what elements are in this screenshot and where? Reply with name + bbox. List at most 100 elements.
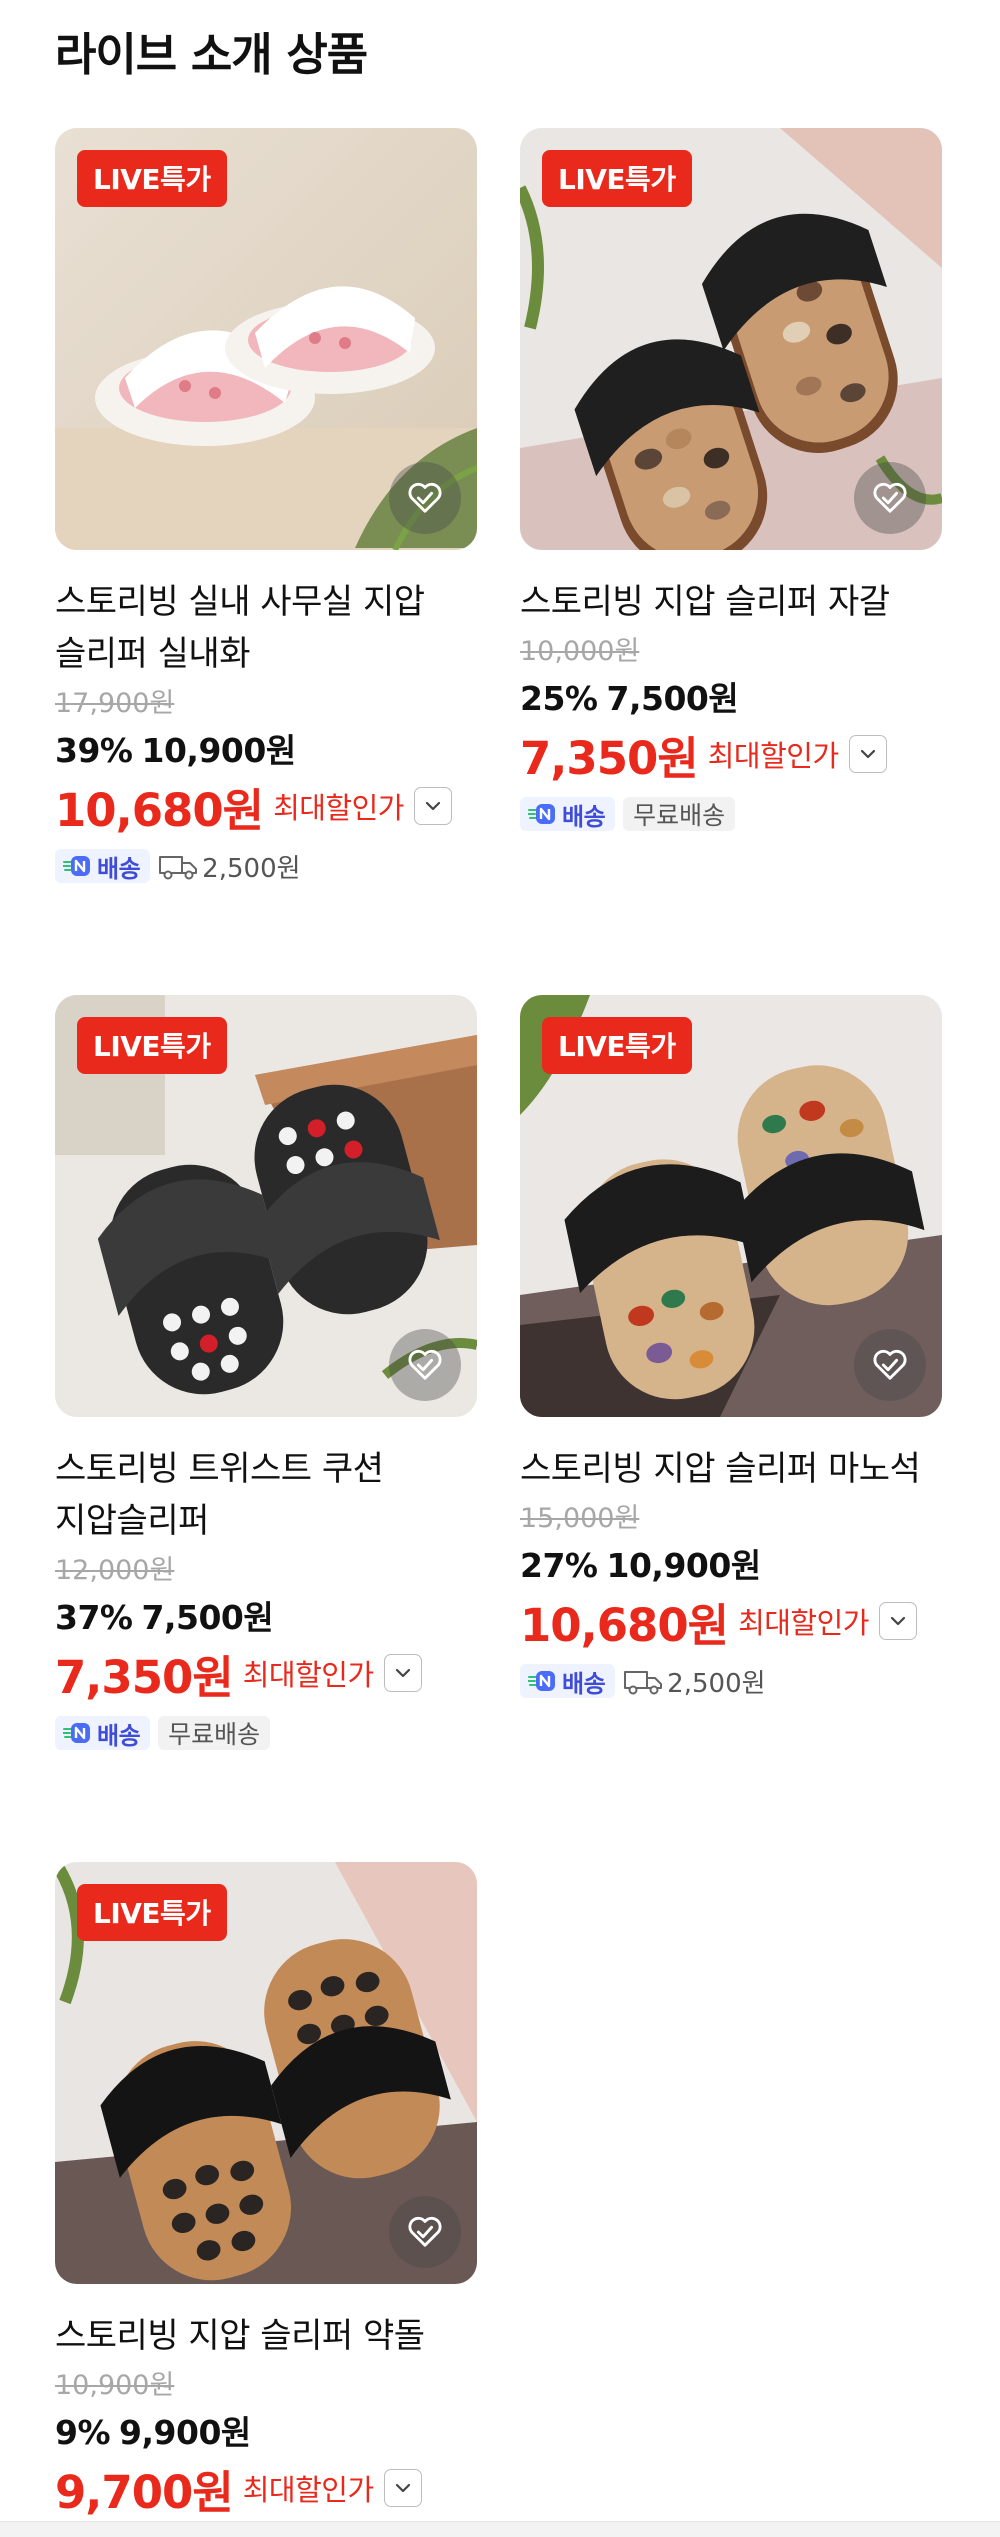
original-price: 17,900원 bbox=[55, 688, 175, 719]
wishlist-button[interactable] bbox=[854, 462, 926, 534]
product-image[interactable]: LIVE특가 bbox=[520, 995, 942, 1417]
product-title[interactable]: 스토리빙 지압 슬리퍼 자갈 bbox=[520, 576, 942, 628]
chevron-down-icon bbox=[860, 749, 875, 759]
max-discount-line: 7,350원 최대할인가 bbox=[520, 726, 942, 785]
original-price: 10,000원 bbox=[520, 636, 640, 667]
heart-check-icon bbox=[408, 1349, 442, 1380]
wishlist-button[interactable] bbox=[389, 1329, 461, 1401]
truck-icon bbox=[159, 856, 198, 880]
max-discount-price: 7,350원 bbox=[520, 731, 699, 785]
n-delivery-badge: 배송 bbox=[520, 797, 616, 831]
section-title: 라이브 소개 상품 bbox=[55, 28, 368, 81]
max-discount-label: 최대할인가 bbox=[242, 2473, 374, 2507]
product-card[interactable]: LIVE특가 스토리빙 실내 사무실 지압 슬리퍼 실내화 17,900원 39… bbox=[55, 128, 477, 886]
max-discount-price: 7,350원 bbox=[55, 1650, 234, 1704]
heart-check-icon bbox=[408, 482, 442, 513]
max-discount-price: 9,700원 bbox=[55, 2465, 234, 2519]
n-delivery-icon bbox=[63, 856, 90, 876]
live-special-badge: LIVE특가 bbox=[542, 150, 692, 207]
product-title[interactable]: 스토리빙 트위스트 쿠션 지압슬리퍼 bbox=[55, 1443, 477, 1547]
n-delivery-badge: 배송 bbox=[520, 1664, 616, 1698]
n-delivery-label: 배송 bbox=[562, 802, 606, 831]
max-discount-expand-button[interactable] bbox=[413, 787, 452, 825]
max-discount-line: 10,680원 최대할인가 bbox=[55, 778, 477, 837]
n-delivery-icon bbox=[63, 1723, 90, 1743]
original-price: 15,000원 bbox=[520, 1503, 640, 1534]
shipping-row: 배송 무료배송 bbox=[55, 1713, 477, 1753]
product-title[interactable]: 스토리빙 지압 슬리퍼 마노석 bbox=[520, 1443, 942, 1495]
sale-price-line: 25% 7,500원 bbox=[520, 678, 942, 720]
sale-price: 10,900원 bbox=[141, 731, 297, 770]
n-delivery-badge: 배송 bbox=[55, 849, 151, 883]
shipping-fee: 2,500원 bbox=[158, 848, 301, 885]
discount-rate: 25% bbox=[520, 679, 598, 718]
discount-rate: 9% bbox=[55, 2413, 111, 2452]
discount-rate: 37% bbox=[55, 1598, 133, 1637]
wishlist-button[interactable] bbox=[389, 2196, 461, 2268]
shipping-row: 배송 2,500원 bbox=[520, 1661, 942, 1701]
sale-price-line: 27% 10,900원 bbox=[520, 1545, 942, 1587]
n-delivery-icon bbox=[528, 1671, 555, 1691]
product-card[interactable]: LIVE특가 스토리빙 지압 슬리퍼 자갈 10,000원 25% 7,500원 … bbox=[520, 128, 942, 834]
product-image[interactable]: LIVE특가 bbox=[520, 128, 942, 550]
chevron-down-icon bbox=[395, 1668, 410, 1678]
live-special-badge: LIVE특가 bbox=[542, 1017, 692, 1074]
sale-price: 7,500원 bbox=[606, 679, 739, 718]
max-discount-line: 10,680원 최대할인가 bbox=[520, 1593, 942, 1652]
sale-price-line: 9% 9,900원 bbox=[55, 2412, 477, 2454]
live-special-badge: LIVE특가 bbox=[77, 1017, 227, 1074]
sale-price: 9,900원 bbox=[119, 2413, 251, 2452]
free-shipping-badge: 무료배송 bbox=[158, 1716, 271, 1750]
max-discount-expand-button[interactable] bbox=[383, 2469, 422, 2507]
product-title[interactable]: 스토리빙 지압 슬리퍼 약돌 bbox=[55, 2310, 477, 2362]
chevron-down-icon bbox=[395, 2483, 410, 2493]
max-discount-expand-button[interactable] bbox=[848, 735, 887, 773]
truck-icon bbox=[624, 1671, 663, 1695]
shipping-fee-value: 2,500원 bbox=[202, 853, 301, 884]
max-discount-expand-button[interactable] bbox=[383, 1654, 422, 1692]
sale-price-line: 39% 10,900원 bbox=[55, 730, 477, 772]
live-special-badge: LIVE특가 bbox=[77, 1884, 227, 1941]
product-title[interactable]: 스토리빙 실내 사무실 지압 슬리퍼 실내화 bbox=[55, 576, 477, 680]
max-discount-label: 최대할인가 bbox=[738, 1606, 869, 1640]
live-special-badge: LIVE특가 bbox=[77, 150, 227, 207]
product-image[interactable]: LIVE특가 bbox=[55, 995, 477, 1417]
max-discount-label: 최대할인가 bbox=[707, 739, 839, 773]
product-image[interactable]: LIVE특가 bbox=[55, 1862, 477, 2284]
free-shipping-badge: 무료배송 bbox=[623, 797, 736, 831]
discount-rate: 27% bbox=[520, 1546, 598, 1585]
chevron-down-icon bbox=[425, 801, 441, 811]
heart-check-icon bbox=[873, 1349, 907, 1380]
original-price: 10,900원 bbox=[55, 2370, 175, 2401]
original-price: 12,000원 bbox=[55, 1555, 175, 1586]
product-card[interactable]: LIVE특가 스토리빙 지압 슬리퍼 마노석 15,000원 27% 10,900… bbox=[520, 995, 942, 1701]
max-discount-label: 최대할인가 bbox=[273, 791, 404, 825]
sale-price: 10,900원 bbox=[606, 1546, 762, 1585]
product-card[interactable]: LIVE특가 스토리빙 지압 슬리퍼 약돌 10,900원 9% 9,900원 9… bbox=[55, 1862, 477, 2519]
max-discount-label: 최대할인가 bbox=[242, 1658, 374, 1692]
discount-rate: 39% bbox=[55, 731, 133, 770]
n-delivery-label: 배송 bbox=[97, 1721, 141, 1750]
n-delivery-label: 배송 bbox=[97, 854, 141, 883]
sale-price: 7,500원 bbox=[141, 1598, 274, 1637]
sale-price-line: 37% 7,500원 bbox=[55, 1597, 477, 1639]
n-delivery-badge: 배송 bbox=[55, 1716, 151, 1750]
wishlist-button[interactable] bbox=[854, 1329, 926, 1401]
shipping-fee: 2,500원 bbox=[623, 1663, 766, 1700]
product-card[interactable]: LIVE특가 스토리빙 트위스트 쿠션 지압슬리퍼 12,000원 37% 7,5… bbox=[55, 995, 477, 1753]
n-delivery-icon bbox=[528, 804, 555, 824]
max-discount-line: 9,700원 최대할인가 bbox=[55, 2460, 477, 2519]
max-discount-price: 10,680원 bbox=[520, 1598, 729, 1652]
heart-check-icon bbox=[408, 2216, 442, 2247]
max-discount-price: 10,680원 bbox=[55, 783, 264, 837]
shipping-row: 배송 무료배송 bbox=[520, 794, 942, 834]
wishlist-button[interactable] bbox=[389, 462, 461, 534]
product-image[interactable]: LIVE특가 bbox=[55, 128, 477, 550]
n-delivery-label: 배송 bbox=[562, 1669, 606, 1698]
heart-check-icon bbox=[873, 482, 907, 513]
max-discount-expand-button[interactable] bbox=[878, 1602, 917, 1640]
shipping-row: 배송 2,500원 bbox=[55, 846, 477, 886]
chevron-down-icon bbox=[890, 1616, 906, 1626]
bottom-edge-bar bbox=[0, 2521, 1000, 2537]
live-products-page: 라이브 소개 상품 LIVE특가 스토리빙 실내 사무실 지압 슬리퍼 실내화 … bbox=[0, 0, 1000, 2537]
